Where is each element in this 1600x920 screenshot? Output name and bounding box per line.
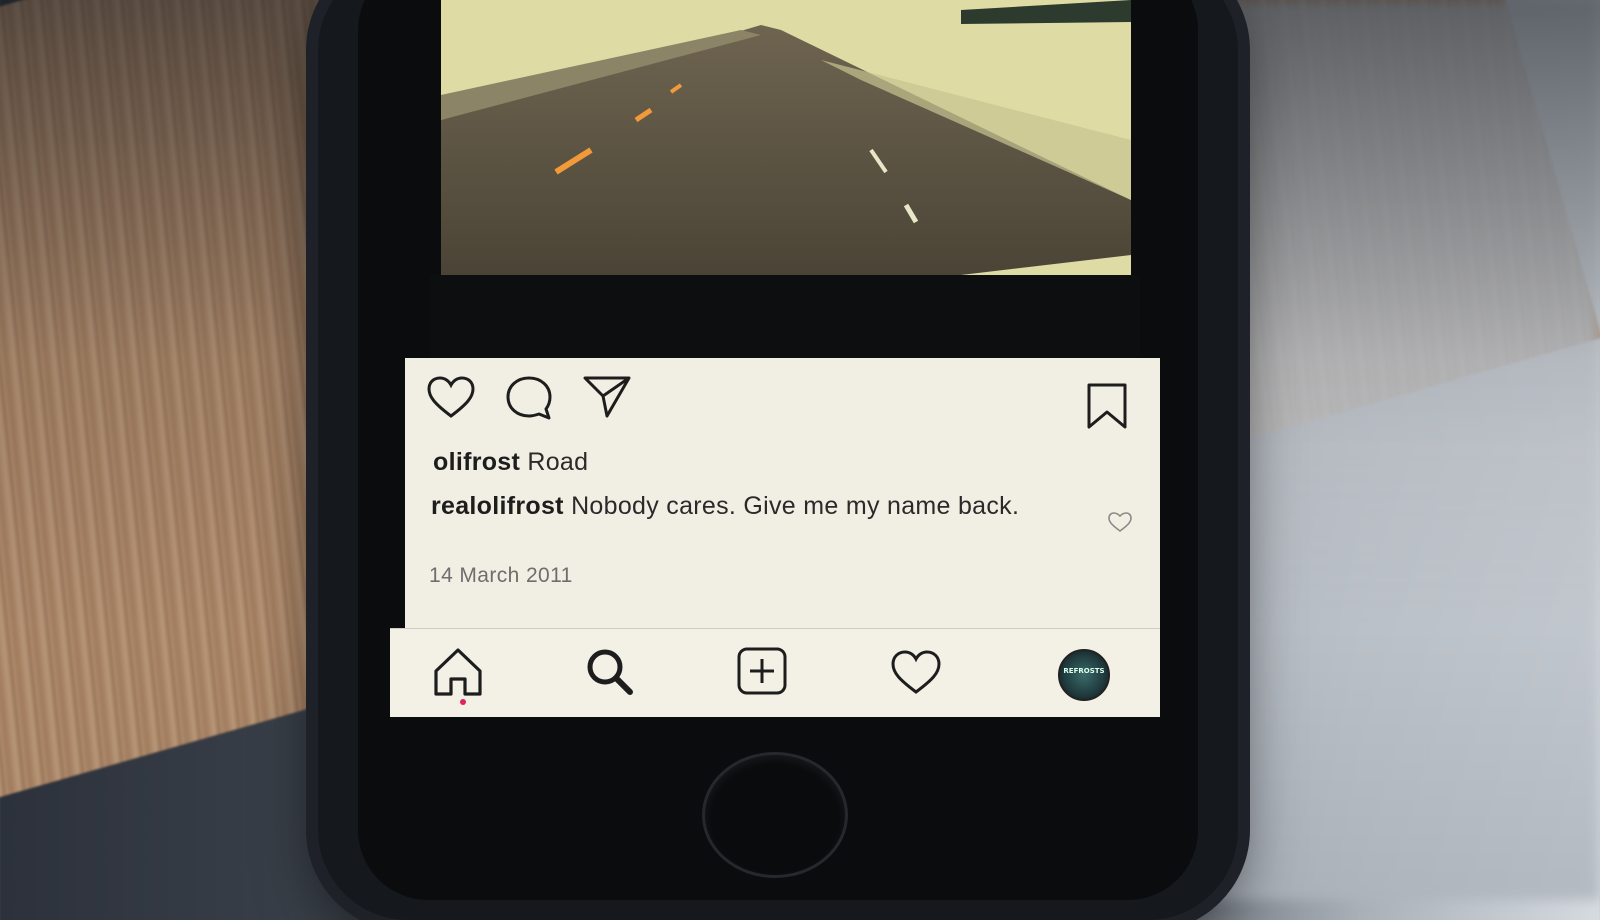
share-button[interactable] xyxy=(581,370,633,422)
save-button[interactable] xyxy=(1085,382,1129,430)
caption-text: Road xyxy=(527,448,589,476)
post-caption: olifrost Road xyxy=(433,448,588,477)
phone-home-button[interactable] xyxy=(702,752,848,878)
small-heart-icon xyxy=(1108,512,1132,533)
like-button[interactable] xyxy=(425,372,477,424)
comment-button[interactable] xyxy=(503,372,555,424)
heart-outline-icon xyxy=(891,650,941,694)
tab-home[interactable] xyxy=(430,645,486,699)
tab-new-post[interactable] xyxy=(734,645,790,699)
comment-row: realolifrost Nobody cares. Give me my na… xyxy=(431,492,1041,520)
comment-like-button[interactable] xyxy=(1107,510,1133,534)
comment-username-link[interactable]: realolifrost xyxy=(431,492,564,520)
bookmark-icon xyxy=(1087,383,1127,429)
magnifier-icon xyxy=(587,649,633,695)
speech-bubble-icon xyxy=(506,376,552,420)
post-photo[interactable] xyxy=(441,0,1131,275)
plus-square-icon xyxy=(737,647,787,695)
comment-text: Nobody cares. Give me my name back. xyxy=(571,492,1020,520)
tab-activity[interactable] xyxy=(888,645,944,699)
post-panel: olifrost Road realolifrost Nobody cares.… xyxy=(405,358,1160,628)
bottom-tab-bar: REFROSTS xyxy=(390,628,1160,717)
notification-dot xyxy=(460,699,466,705)
photo-divider xyxy=(430,275,1140,360)
paper-plane-icon xyxy=(583,376,631,418)
post-date: 14 March 2011 xyxy=(429,564,573,587)
author-username-link[interactable]: olifrost xyxy=(433,448,520,476)
heart-outline-icon xyxy=(427,376,475,418)
house-icon xyxy=(434,648,482,696)
tab-profile-avatar[interactable]: REFROSTS xyxy=(1058,649,1110,701)
road-photo-image xyxy=(441,0,1131,275)
tab-search[interactable] xyxy=(582,645,638,699)
avatar-logo-text: REFROSTS xyxy=(1063,667,1105,675)
